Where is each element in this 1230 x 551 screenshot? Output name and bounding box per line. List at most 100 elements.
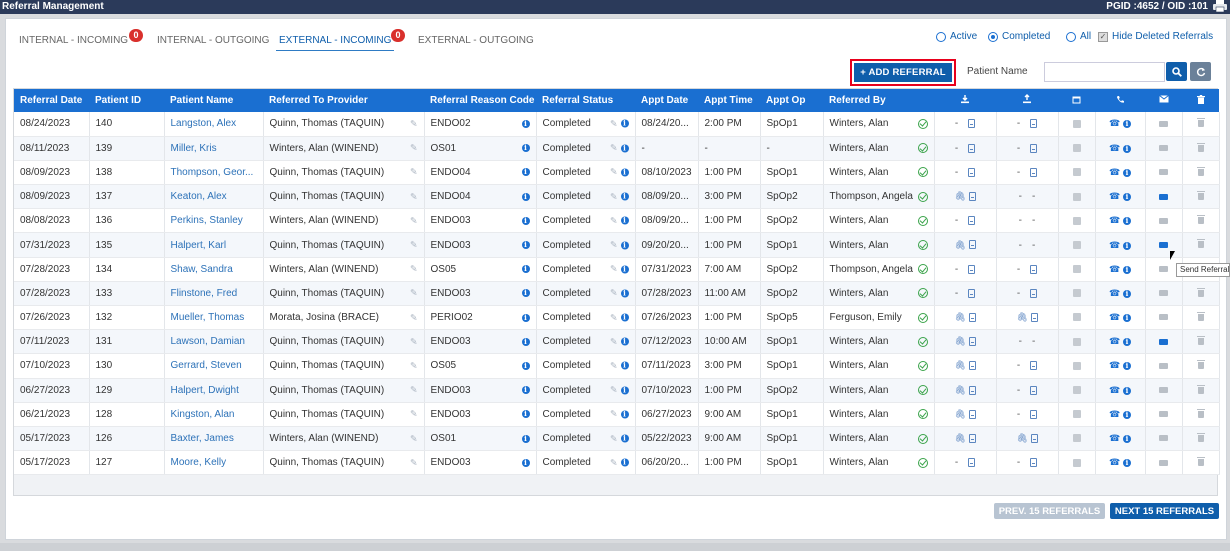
col-referral-reason-code[interactable]: Referral Reason Code bbox=[424, 89, 536, 112]
info-icon[interactable]: i bbox=[620, 458, 629, 467]
edit-status-icon[interactable]: ✎ bbox=[610, 264, 618, 275]
col-patient-id[interactable]: Patient ID bbox=[89, 89, 164, 112]
cell-patient-name[interactable]: Halpert, Dwight bbox=[164, 378, 264, 403]
edit-provider-icon[interactable]: ✎ bbox=[410, 312, 418, 323]
info-icon[interactable]: i bbox=[521, 313, 530, 322]
envelope-icon[interactable] bbox=[1159, 120, 1168, 127]
patient-name-link[interactable]: Miller, Kris bbox=[171, 143, 217, 154]
info-icon[interactable]: i bbox=[521, 119, 530, 128]
info-icon[interactable]: i bbox=[620, 289, 629, 298]
phone-icon[interactable]: ☎ bbox=[1109, 385, 1120, 395]
trash-icon[interactable] bbox=[1196, 336, 1205, 346]
edit-status-icon[interactable]: ✎ bbox=[610, 312, 618, 323]
document-icon[interactable] bbox=[968, 119, 976, 129]
document-icon[interactable] bbox=[1030, 433, 1038, 443]
info-icon[interactable]: i bbox=[620, 434, 629, 443]
edit-provider-icon[interactable]: ✎ bbox=[410, 118, 418, 129]
checkbox-box[interactable]: ✓ bbox=[1098, 31, 1108, 42]
phone-icon[interactable]: ☎ bbox=[1109, 215, 1120, 225]
trash-icon[interactable] bbox=[1196, 311, 1205, 321]
add-referral-button[interactable]: + ADD REFERRAL bbox=[854, 63, 952, 82]
envelope-icon[interactable] bbox=[1159, 435, 1168, 442]
filter-active-radio[interactable]: Active bbox=[936, 31, 977, 42]
edit-status-icon[interactable]: ✎ bbox=[610, 143, 618, 154]
info-icon[interactable]: i bbox=[1123, 459, 1131, 468]
phone-icon[interactable]: ☎ bbox=[1109, 360, 1120, 370]
radio-circle[interactable] bbox=[1066, 31, 1076, 42]
info-icon[interactable]: i bbox=[1123, 241, 1131, 250]
cell-patient-name[interactable]: Shaw, Sandra bbox=[164, 257, 264, 282]
info-icon[interactable]: i bbox=[620, 144, 629, 153]
edit-provider-icon[interactable]: ✎ bbox=[410, 167, 418, 178]
info-icon[interactable]: i bbox=[620, 216, 629, 225]
document-icon[interactable] bbox=[968, 288, 976, 298]
calendar-icon[interactable] bbox=[1072, 313, 1081, 322]
patient-name-link[interactable]: Keaton, Alex bbox=[171, 191, 227, 202]
col-appt-time[interactable]: Appt Time bbox=[698, 89, 760, 112]
document-icon[interactable] bbox=[968, 143, 976, 153]
info-icon[interactable]: i bbox=[521, 361, 530, 370]
col-referred-to-provider[interactable]: Referred To Provider bbox=[263, 89, 424, 112]
envelope-icon[interactable] bbox=[1159, 217, 1168, 224]
edit-status-icon[interactable]: ✎ bbox=[610, 433, 618, 444]
cell-patient-name[interactable]: Moore, Kelly bbox=[164, 450, 264, 476]
document-icon[interactable] bbox=[968, 337, 976, 347]
patient-name-link[interactable]: Gerrard, Steven bbox=[171, 360, 242, 371]
col-patient-name[interactable]: Patient Name bbox=[164, 89, 263, 112]
cell-patient-name[interactable]: Flinstone, Fred bbox=[164, 281, 264, 307]
phone-icon[interactable]: ☎ bbox=[1109, 143, 1120, 153]
calendar-icon[interactable] bbox=[1072, 168, 1081, 177]
document-icon[interactable] bbox=[1030, 167, 1038, 177]
info-icon[interactable]: i bbox=[1123, 289, 1131, 298]
edit-status-icon[interactable]: ✎ bbox=[610, 167, 618, 178]
phone-icon[interactable]: ☎ bbox=[1109, 167, 1120, 177]
edit-provider-icon[interactable]: ✎ bbox=[410, 433, 418, 444]
attachment-icon[interactable]: 🖇 bbox=[954, 336, 965, 346]
trash-icon[interactable] bbox=[1196, 432, 1205, 442]
cell-patient-name[interactable]: Thompson, Geor... bbox=[164, 160, 264, 186]
phone-icon[interactable]: ☎ bbox=[1109, 457, 1120, 467]
envelope-icon[interactable] bbox=[1159, 338, 1168, 345]
edit-provider-icon[interactable]: ✎ bbox=[410, 336, 418, 347]
patient-name-link[interactable]: Perkins, Stanley bbox=[171, 215, 243, 226]
info-icon[interactable]: i bbox=[1123, 410, 1131, 419]
search-button[interactable] bbox=[1166, 62, 1187, 81]
info-icon[interactable]: i bbox=[1123, 193, 1131, 202]
document-icon[interactable] bbox=[968, 312, 976, 322]
document-icon[interactable] bbox=[968, 240, 976, 250]
info-icon[interactable]: i bbox=[1123, 338, 1131, 347]
cell-patient-name[interactable]: Keaton, Alex bbox=[164, 184, 264, 210]
attachment-icon[interactable]: 🖇 bbox=[954, 385, 965, 395]
info-icon[interactable]: i bbox=[620, 265, 629, 274]
trash-icon[interactable] bbox=[1196, 191, 1205, 201]
edit-status-icon[interactable]: ✎ bbox=[610, 360, 618, 371]
info-icon[interactable]: i bbox=[1123, 144, 1131, 153]
info-icon[interactable]: i bbox=[1123, 168, 1131, 177]
edit-status-icon[interactable]: ✎ bbox=[610, 457, 618, 468]
edit-provider-icon[interactable]: ✎ bbox=[410, 385, 418, 396]
print-icon[interactable] bbox=[1213, 0, 1227, 12]
info-icon[interactable]: i bbox=[620, 119, 629, 128]
col-appt-date[interactable]: Appt Date bbox=[635, 89, 698, 112]
patient-name-link[interactable]: Shaw, Sandra bbox=[171, 264, 233, 275]
col-referred-by[interactable]: Referred By bbox=[823, 89, 934, 112]
next-referrals-button[interactable]: NEXT 15 REFERRALS bbox=[1110, 503, 1219, 519]
cell-patient-name[interactable]: Miller, Kris bbox=[164, 136, 264, 161]
phone-icon[interactable]: ☎ bbox=[1109, 240, 1120, 250]
edit-status-icon[interactable]: ✎ bbox=[610, 118, 618, 129]
attachment-icon[interactable]: 🖇 bbox=[954, 409, 965, 419]
cell-patient-name[interactable]: Baxter, James bbox=[164, 426, 264, 452]
document-icon[interactable] bbox=[968, 192, 976, 202]
trash-icon[interactable] bbox=[1196, 142, 1205, 152]
phone-icon[interactable]: ☎ bbox=[1109, 264, 1120, 274]
patient-name-link[interactable]: Flinstone, Fred bbox=[171, 288, 238, 299]
document-icon[interactable] bbox=[1030, 385, 1038, 395]
edit-status-icon[interactable]: ✎ bbox=[610, 385, 618, 396]
attachment-icon[interactable]: 🖇 bbox=[954, 240, 965, 250]
document-icon[interactable] bbox=[968, 167, 976, 177]
calendar-icon[interactable] bbox=[1072, 434, 1081, 443]
calendar-icon[interactable] bbox=[1072, 192, 1081, 201]
info-icon[interactable]: i bbox=[1123, 217, 1131, 226]
tab-internal-incoming[interactable]: INTERNAL - INCOMING bbox=[19, 35, 128, 46]
patient-name-link[interactable]: Lawson, Damian bbox=[171, 336, 245, 347]
